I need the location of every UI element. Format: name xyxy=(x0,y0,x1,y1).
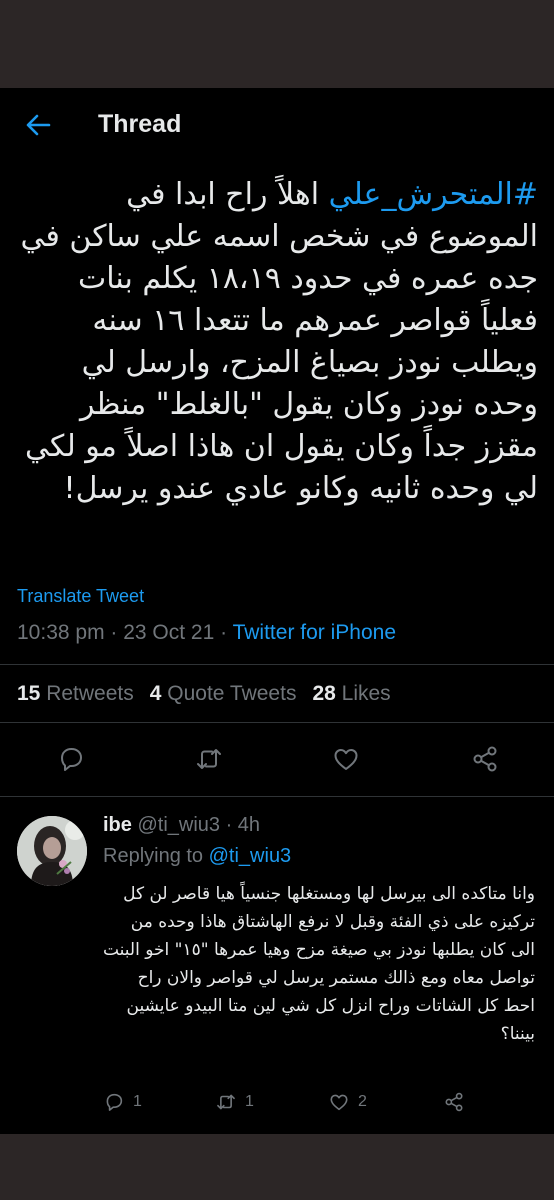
page-title: Thread xyxy=(98,110,182,138)
thread-screen: Thread #المتحرش_علي اهلاً راح ابدا في ال… xyxy=(0,88,554,1134)
share-icon xyxy=(445,1092,463,1112)
share-button[interactable] xyxy=(470,744,500,774)
reply-reply-button[interactable]: 1 xyxy=(103,1090,142,1114)
likes-stat[interactable]: 28 Likes xyxy=(312,682,390,706)
tweet-meta: 10:38 pm · 23 Oct 21 · Twitter for iPhon… xyxy=(17,621,396,645)
retweets-stat[interactable]: 15 Retweets xyxy=(17,682,134,706)
reply-retweet-button[interactable]: 1 xyxy=(215,1090,254,1114)
retweet-icon xyxy=(217,1094,235,1110)
retweets-label: Retweets xyxy=(40,682,134,705)
hashtag-link[interactable]: #المتحرش_علي xyxy=(329,177,538,212)
reply-retweet-count: 1 xyxy=(245,1093,254,1110)
reply-icon xyxy=(61,748,82,771)
tweet-time: 10:38 pm xyxy=(17,621,105,644)
heart-icon xyxy=(330,1094,348,1111)
likes-count: 28 xyxy=(312,682,336,705)
back-button[interactable] xyxy=(22,110,54,140)
reply-button[interactable] xyxy=(56,744,86,774)
avatar[interactable] xyxy=(17,816,87,886)
back-arrow-icon xyxy=(26,114,51,136)
quotes-label: Quote Tweets xyxy=(161,682,297,705)
tweet-source-link[interactable]: Twitter for iPhone xyxy=(233,621,396,644)
divider xyxy=(0,722,554,723)
top-bar: Thread xyxy=(0,88,554,162)
replying-to-mention[interactable]: @ti_wiu3 xyxy=(209,845,292,867)
reply-author-name[interactable]: ibe xyxy=(103,814,132,836)
reply-time: · 4h xyxy=(220,814,261,836)
divider xyxy=(0,664,554,665)
replying-to: Replying to @ti_wiu3 xyxy=(103,845,291,868)
reply-actions: 1 1 2 xyxy=(103,1090,523,1114)
retweet-button[interactable] xyxy=(194,744,224,774)
reply-like-count: 2 xyxy=(358,1093,367,1110)
quotes-count: 4 xyxy=(149,682,162,705)
reply-icon xyxy=(106,1093,123,1111)
reply-share-button[interactable] xyxy=(443,1090,465,1114)
translate-tweet-link[interactable]: Translate Tweet xyxy=(17,586,144,607)
likes-label: Likes xyxy=(335,682,391,705)
tweet-date: 23 Oct 21 xyxy=(123,621,215,644)
like-button[interactable] xyxy=(331,744,361,774)
tweet-stats: 15 Retweets 4 Quote Tweets 28 Likes xyxy=(17,682,391,706)
quote-tweets-stat[interactable]: 4 Quote Tweets xyxy=(150,682,297,706)
share-icon xyxy=(473,746,497,772)
reply-text: وانا متاكده الى بيرسل لها ومستغلها جنسيا… xyxy=(102,884,535,1044)
tweet-text-content: اهلاً راح ابدا في الموضوع في شخص اسمه عل… xyxy=(20,177,539,506)
retweets-count: 15 xyxy=(17,682,41,705)
heart-icon xyxy=(334,749,358,770)
reply-header: ibe @ti_wiu3 · 4h xyxy=(103,814,260,837)
replying-to-label: Replying to xyxy=(103,845,209,867)
reply-like-button[interactable]: 2 xyxy=(328,1090,367,1114)
reply-reply-count: 1 xyxy=(133,1093,142,1110)
divider xyxy=(0,796,554,797)
reply-author-handle[interactable]: @ti_wiu3 xyxy=(132,814,220,836)
avatar-image xyxy=(17,816,87,886)
meta-separator: · xyxy=(104,621,124,644)
tweet-text: #المتحرش_علي اهلاً راح ابدا في الموضوع ف… xyxy=(18,174,539,510)
tweet-actions xyxy=(0,744,554,774)
meta-separator: · xyxy=(214,621,233,644)
retweet-icon xyxy=(197,749,221,769)
reply-tweet[interactable]: ibe @ti_wiu3 · 4h Replying to @ti_wiu3 و… xyxy=(0,800,554,1134)
